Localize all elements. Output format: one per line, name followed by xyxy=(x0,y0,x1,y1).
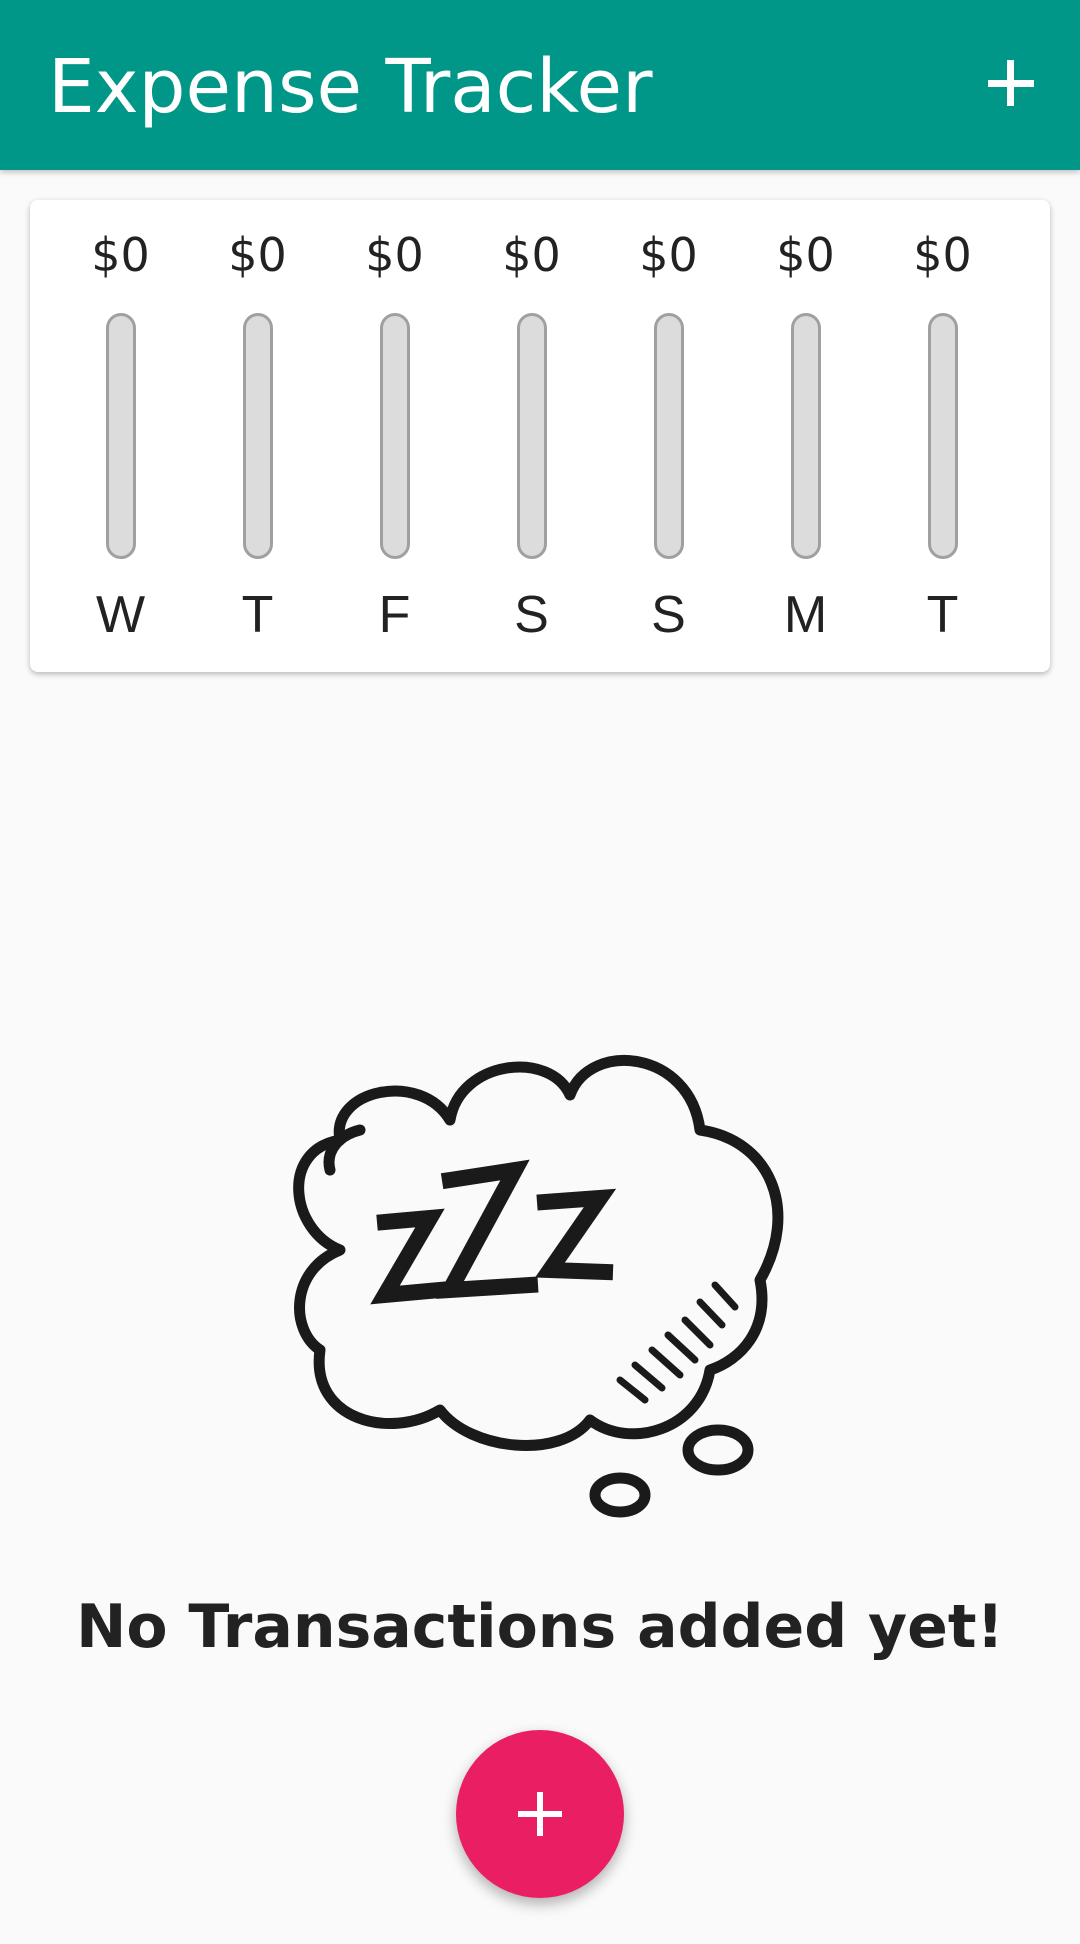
zzz-sleep-bubble-icon xyxy=(270,1030,810,1530)
bar-day-label: T xyxy=(926,586,959,644)
chart-bar-column: $0 F xyxy=(326,200,463,672)
bar-track xyxy=(653,313,684,559)
app-title: Expense Tracker xyxy=(48,44,653,130)
plus-icon xyxy=(988,60,1034,106)
bar-amount-label: $0 xyxy=(228,228,287,282)
bar-track xyxy=(105,313,136,559)
bar-amount-label: $0 xyxy=(365,228,424,282)
bar-track xyxy=(790,313,821,559)
chart-bar-column: $0 S xyxy=(600,200,737,672)
bar-day-label: S xyxy=(651,586,686,644)
bar-day-label: F xyxy=(378,586,411,644)
bar-track xyxy=(516,313,547,559)
bar-day-label: W xyxy=(95,586,146,644)
chart-bar-column: $0 T xyxy=(874,200,1011,672)
chart-bar-column: $0 S xyxy=(463,200,600,672)
chart-bar-column: $0 T xyxy=(189,200,326,672)
bar-amount-label: $0 xyxy=(91,228,150,282)
bar-track xyxy=(927,313,958,559)
bar-day-label: T xyxy=(241,586,274,644)
bar-amount-label: $0 xyxy=(913,228,972,282)
bar-day-label: S xyxy=(514,586,549,644)
add-transaction-fab[interactable] xyxy=(456,1730,624,1898)
bar-amount-label: $0 xyxy=(639,228,698,282)
weekly-chart-card: $0 W $0 T $0 F $0 S $0 S $0 M $0 T xyxy=(30,200,1050,672)
bar-amount-label: $0 xyxy=(502,228,561,282)
plus-icon xyxy=(518,1792,562,1836)
bar-track xyxy=(379,313,410,559)
bar-amount-label: $0 xyxy=(776,228,835,282)
empty-state-message: No Transactions added yet! xyxy=(76,1592,1004,1662)
app-bar: Expense Tracker xyxy=(0,0,1080,170)
bar-track xyxy=(242,313,273,559)
chart-bar-column: $0 M xyxy=(737,200,874,672)
chart-bar-column: $0 W xyxy=(52,200,189,672)
add-transaction-button[interactable] xyxy=(966,40,1056,130)
bar-day-label: M xyxy=(783,586,828,644)
